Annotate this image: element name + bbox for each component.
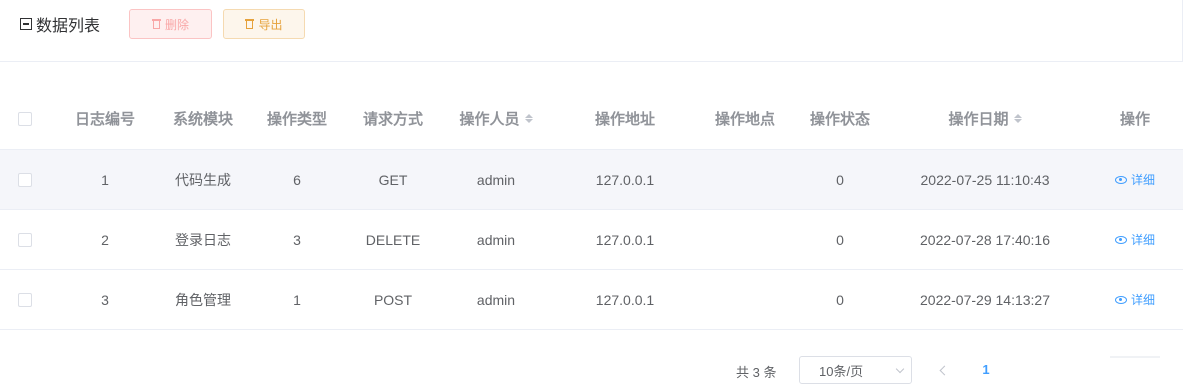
cell-address: 127.0.0.1 <box>595 231 655 248</box>
sort-icon[interactable] <box>1013 114 1022 123</box>
cell-address: 127.0.0.1 <box>595 171 655 188</box>
header-module: 系统模块 <box>172 111 233 128</box>
table-row: 3 角色管理 1 POST admin 127.0.0.1 0 2022-07-… <box>0 270 1183 330</box>
header-operator-label: 操作人员 <box>459 111 520 128</box>
cell-date: 2022-07-28 17:40:16 <box>920 231 1050 248</box>
row-checkbox[interactable] <box>18 232 32 247</box>
cell-status: 0 <box>836 291 844 308</box>
cell-id: 3 <box>101 291 109 308</box>
detail-button[interactable]: 详细 <box>1100 270 1170 329</box>
cell-module: 代码生成 <box>175 171 231 188</box>
delete-button[interactable]: 删除 <box>129 9 212 39</box>
detail-label: 详细 <box>1130 293 1155 307</box>
header-action: 操作 <box>1119 111 1150 128</box>
header-address: 操作地址 <box>594 111 655 128</box>
header-type: 操作类型 <box>266 111 327 128</box>
export-button-label: 导出 <box>258 17 283 32</box>
cell-operator: admin <box>476 171 516 188</box>
page-size-value: 10条/页 <box>819 363 864 379</box>
cell-method: POST <box>373 291 413 308</box>
cell-address: 127.0.0.1 <box>595 291 655 308</box>
header-location: 操作地点 <box>714 111 775 128</box>
cell-module: 登录日志 <box>175 231 231 248</box>
detail-label: 详细 <box>1130 233 1155 247</box>
export-button[interactable]: 导出 <box>223 9 305 39</box>
cell-date: 2022-07-25 11:10:43 <box>920 171 1050 188</box>
cell-location <box>700 150 790 209</box>
eye-icon <box>1114 295 1127 304</box>
pagination: 共 3 条 10条/页 1 <box>0 356 1193 384</box>
prev-page-button[interactable] <box>934 360 954 380</box>
toolbar: 数据列表 删除 导出 <box>0 0 1183 62</box>
cell-status: 0 <box>836 231 844 248</box>
cell-date: 2022-07-29 14:13:27 <box>920 291 1050 308</box>
select-all-cell[interactable] <box>12 88 38 149</box>
cell-location <box>700 210 790 269</box>
divider <box>1110 356 1160 358</box>
cell-type: 1 <box>293 291 301 308</box>
select-all-checkbox[interactable] <box>18 111 32 126</box>
cell-method: GET <box>378 171 408 188</box>
delete-button-label: 删除 <box>164 17 189 32</box>
row-select-cell[interactable] <box>12 150 38 209</box>
header-date-label: 操作日期 <box>948 111 1009 128</box>
cell-type: 6 <box>293 171 301 188</box>
trash-icon <box>151 19 161 29</box>
list-icon <box>20 18 32 30</box>
log-table: 日志编号 系统模块 操作类型 请求方式 操作人员 操作地址 操作地点 操作状态 … <box>0 88 1183 330</box>
cell-operator: admin <box>476 231 516 248</box>
row-checkbox[interactable] <box>18 172 32 187</box>
table-header: 日志编号 系统模块 操作类型 请求方式 操作人员 操作地址 操作地点 操作状态 … <box>0 88 1183 150</box>
eye-icon <box>1114 235 1127 244</box>
header-date[interactable]: 操作日期 <box>930 88 1040 149</box>
cell-location <box>700 270 790 329</box>
header-status: 操作状态 <box>809 111 870 128</box>
list-title: 数据列表 <box>20 12 100 36</box>
cell-id: 1 <box>101 171 109 188</box>
detail-button[interactable]: 详细 <box>1100 210 1170 269</box>
row-checkbox[interactable] <box>18 292 32 307</box>
header-operator[interactable]: 操作人员 <box>441 88 551 149</box>
total-count: 共 3 条 <box>736 365 777 380</box>
eye-icon <box>1114 175 1127 184</box>
cell-method: DELETE <box>365 231 421 248</box>
detail-button[interactable]: 详细 <box>1100 150 1170 209</box>
row-select-cell[interactable] <box>12 270 38 329</box>
detail-label: 详细 <box>1130 173 1155 187</box>
header-method: 请求方式 <box>362 111 423 128</box>
row-select-cell[interactable] <box>12 210 38 269</box>
sort-icon[interactable] <box>524 114 533 123</box>
page-size-select[interactable]: 10条/页 <box>799 356 912 384</box>
chevron-down-icon <box>895 364 905 374</box>
trash-icon <box>245 19 255 29</box>
cell-module: 角色管理 <box>175 291 231 308</box>
list-title-text: 数据列表 <box>36 18 101 35</box>
chevron-left-icon <box>939 365 949 375</box>
cell-id: 2 <box>101 231 109 248</box>
cell-status: 0 <box>836 171 844 188</box>
header-id: 日志编号 <box>74 111 135 128</box>
page-number[interactable]: 1 <box>976 362 996 377</box>
cell-type: 3 <box>293 231 301 248</box>
table-row: 2 登录日志 3 DELETE admin 127.0.0.1 0 2022-0… <box>0 210 1183 270</box>
table-row: 1 代码生成 6 GET admin 127.0.0.1 0 2022-07-2… <box>0 150 1183 210</box>
cell-operator: admin <box>476 291 516 308</box>
